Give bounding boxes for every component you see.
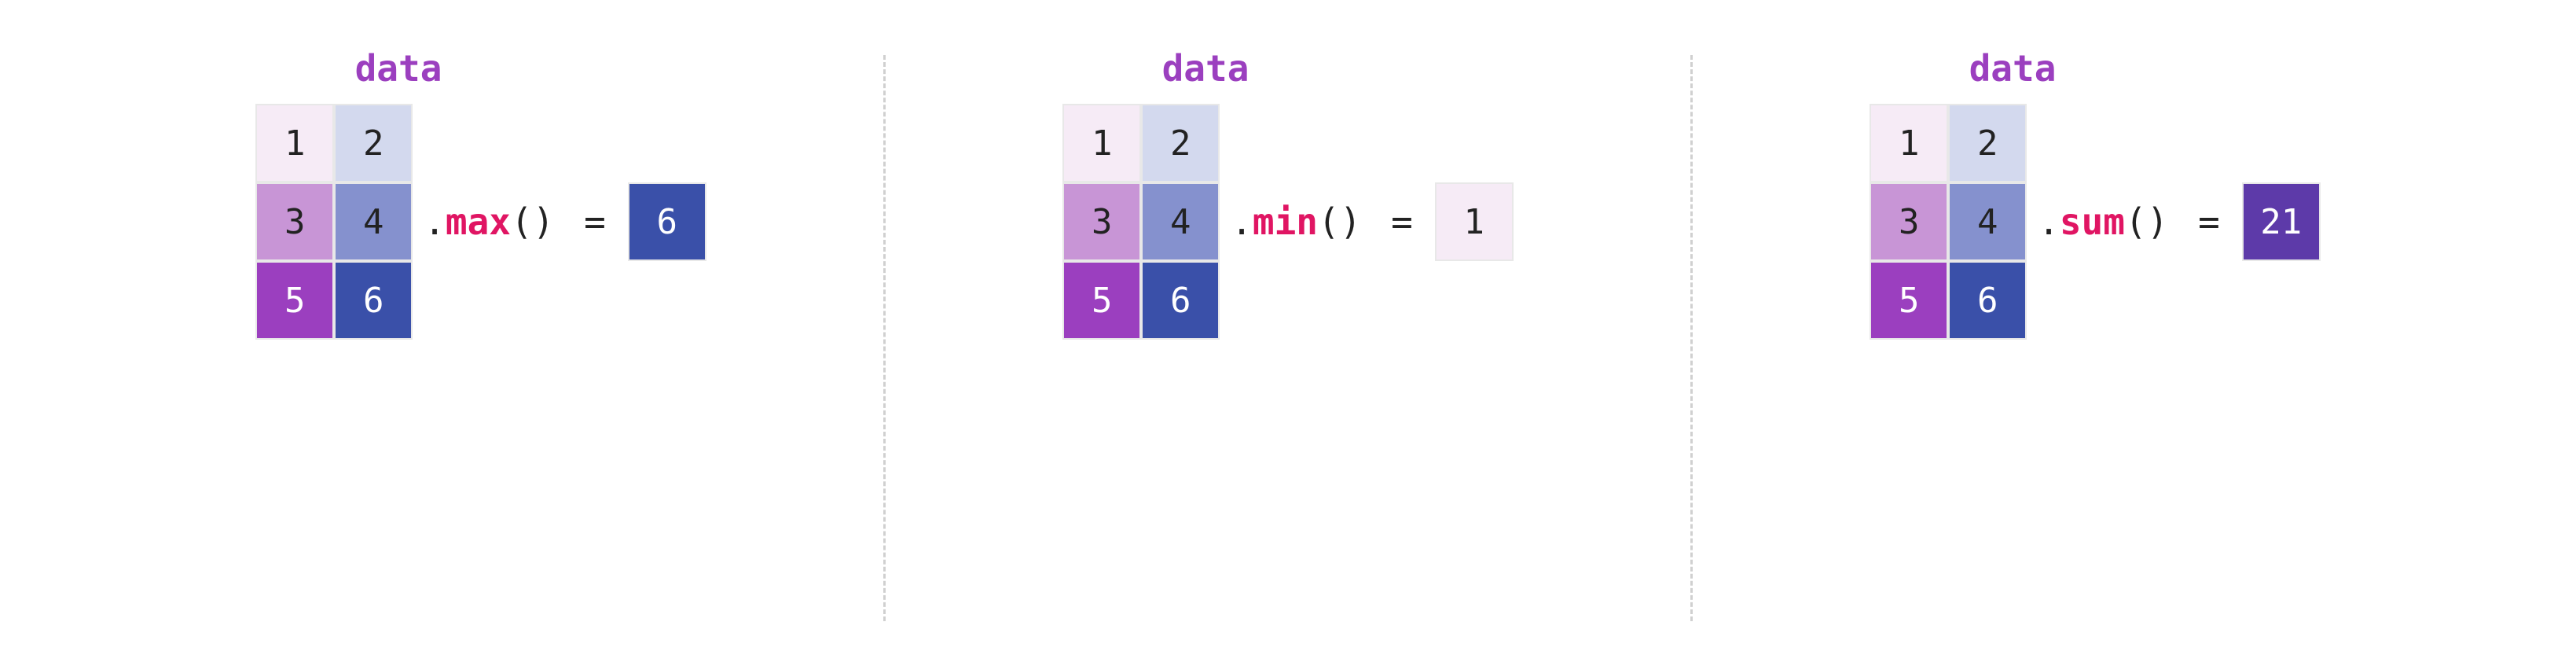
panel-row: 1 2 3 4 5 6 .max() = 6 — [255, 104, 706, 340]
result-cell: 21 — [2242, 182, 2321, 261]
diagram-wrap: data 1 2 3 4 5 6 .max() = 6 data 1 2 3 — [0, 0, 2576, 655]
panel-title: data — [355, 47, 442, 90]
cell: 3 — [1870, 182, 1948, 261]
expression: .sum() = — [2038, 201, 2220, 243]
data-grid: 1 2 3 4 5 6 — [1870, 104, 2027, 340]
data-grid: 1 2 3 4 5 6 — [255, 104, 413, 340]
cell: 5 — [1870, 261, 1948, 340]
equals: = — [1369, 201, 1412, 243]
paren-close: ) — [533, 201, 555, 243]
cell: 4 — [334, 182, 413, 261]
fn-name: min — [1253, 201, 1318, 243]
paren-close: ) — [1340, 201, 1362, 243]
fn-name: sum — [2060, 201, 2125, 243]
cell: 5 — [255, 261, 334, 340]
data-grid: 1 2 3 4 5 6 — [1062, 104, 1220, 340]
equals: = — [562, 201, 605, 243]
cell: 2 — [334, 104, 413, 182]
expression: .min() = — [1231, 201, 1413, 243]
cell: 1 — [1062, 104, 1141, 182]
result-cell: 6 — [628, 182, 706, 261]
panel-max: data 1 2 3 4 5 6 .max() = 6 — [79, 47, 883, 655]
paren-open: ( — [511, 201, 533, 243]
cell: 6 — [1141, 261, 1220, 340]
cell: 2 — [1141, 104, 1220, 182]
dot: . — [1231, 201, 1253, 243]
panel-sum: data 1 2 3 4 5 6 .sum() = 21 — [1693, 47, 2497, 655]
cell: 1 — [1870, 104, 1948, 182]
fn-name: max — [446, 201, 511, 243]
panel-min: data 1 2 3 4 5 6 .min() = 1 — [886, 47, 1690, 655]
cell: 3 — [1062, 182, 1141, 261]
cell: 2 — [1948, 104, 2027, 182]
expression: .max() = — [424, 201, 606, 243]
dot: . — [424, 201, 446, 243]
result-cell: 1 — [1435, 182, 1514, 261]
panel-row: 1 2 3 4 5 6 .min() = 1 — [1062, 104, 1514, 340]
cell: 6 — [1948, 261, 2027, 340]
paren-close: ) — [2147, 201, 2169, 243]
cell: 1 — [255, 104, 334, 182]
cell: 6 — [334, 261, 413, 340]
dot: . — [2038, 201, 2060, 243]
panel-title: data — [1162, 47, 1249, 90]
panel-row: 1 2 3 4 5 6 .sum() = 21 — [1870, 104, 2321, 340]
paren-open: ( — [2125, 201, 2147, 243]
cell: 5 — [1062, 261, 1141, 340]
cell: 3 — [255, 182, 334, 261]
cell: 4 — [1948, 182, 2027, 261]
paren-open: ( — [1318, 201, 1340, 243]
cell: 4 — [1141, 182, 1220, 261]
panel-title: data — [1969, 47, 2057, 90]
equals: = — [2176, 201, 2219, 243]
